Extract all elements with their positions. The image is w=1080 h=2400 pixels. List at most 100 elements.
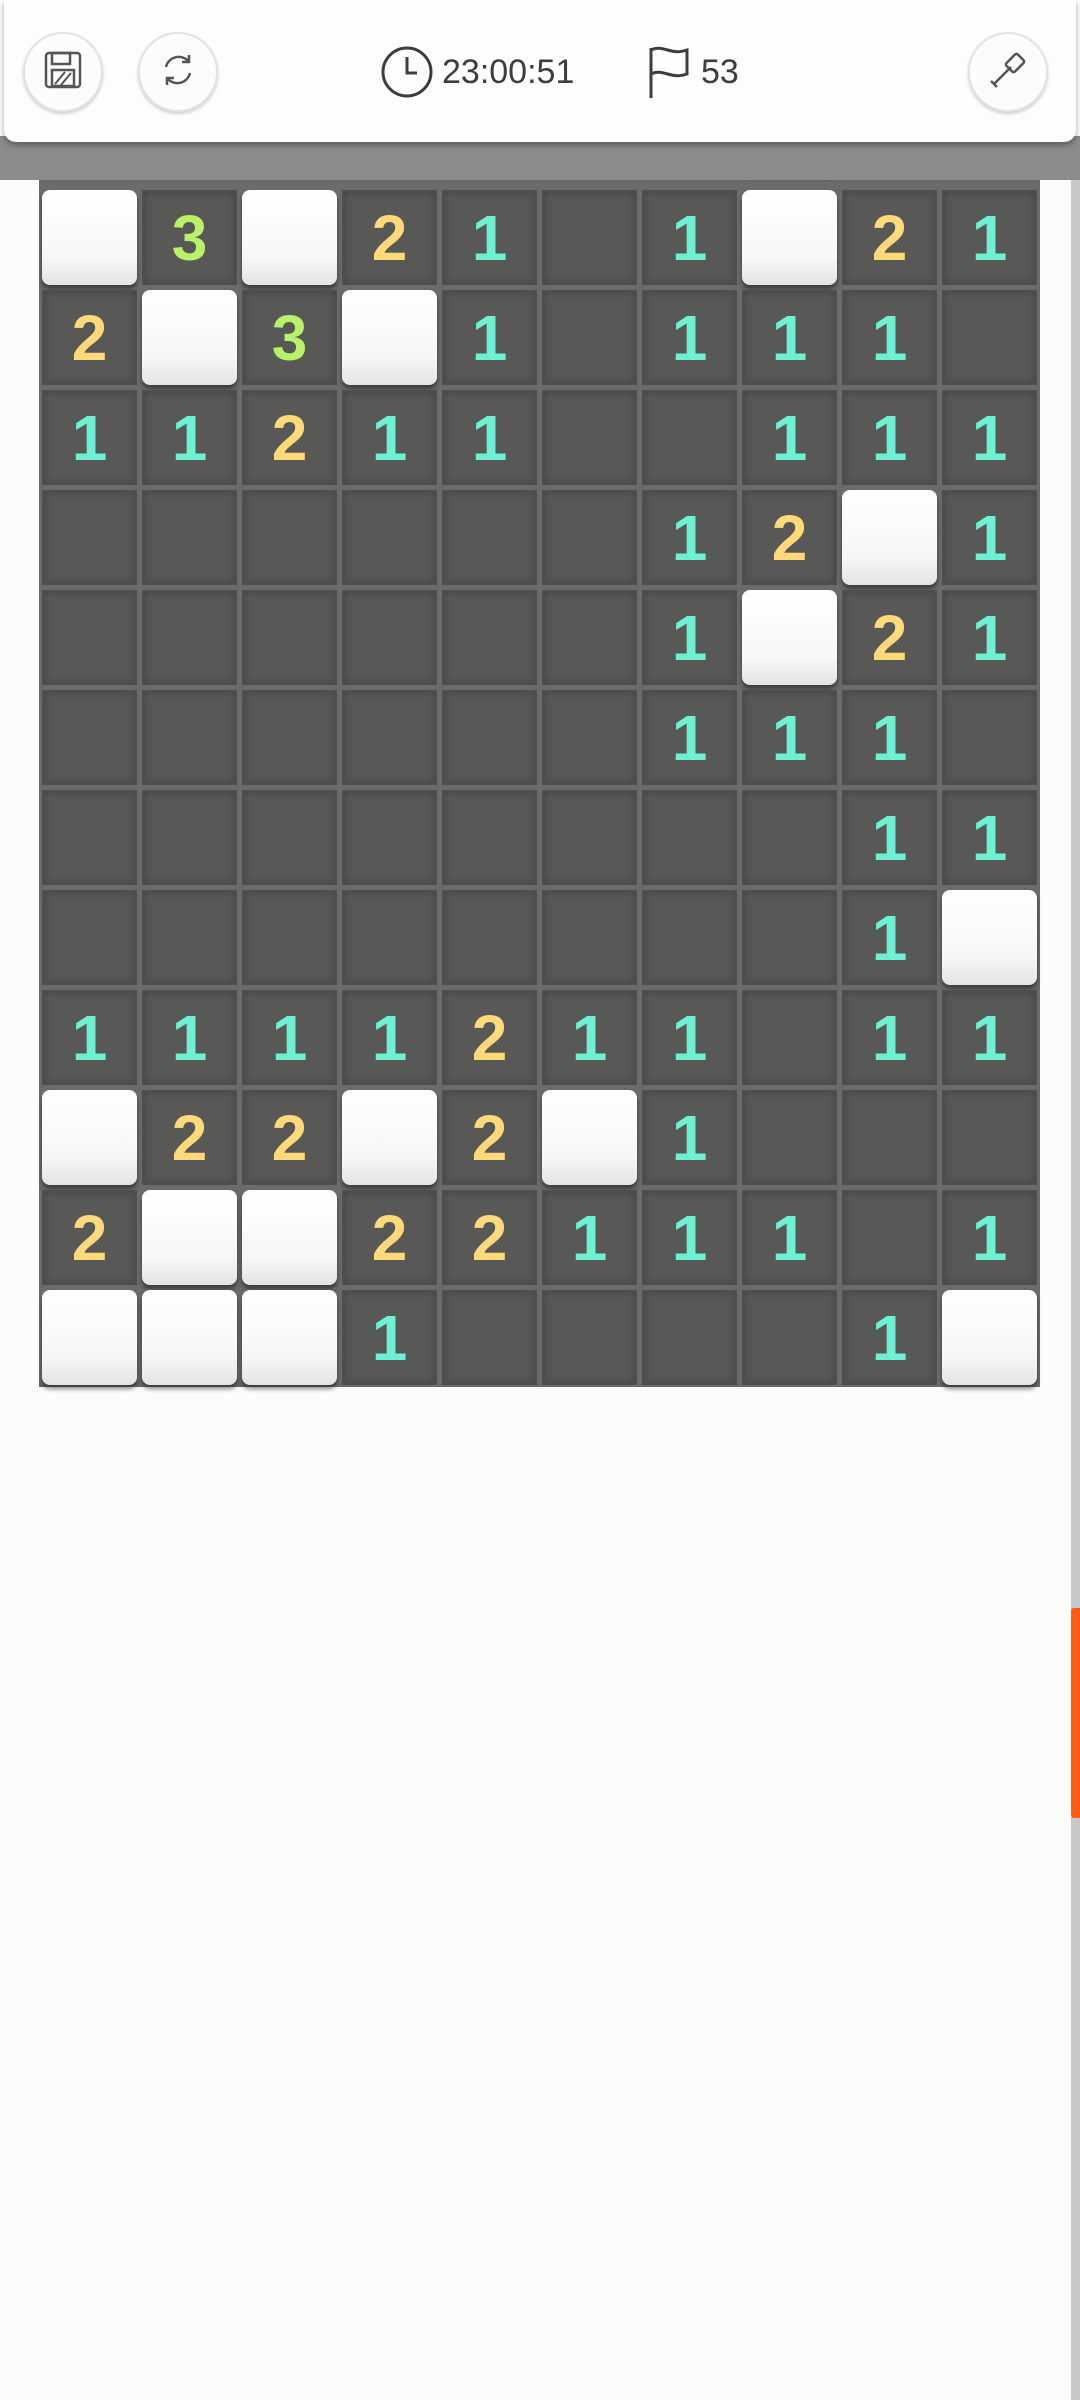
unrevealed-tile[interactable] — [242, 1190, 337, 1285]
number-tile: 2 — [442, 990, 537, 1085]
tile-number: 1 — [371, 401, 408, 474]
number-tile: 1 — [242, 990, 337, 1085]
number-tile: 1 — [942, 590, 1037, 685]
tile-number: 3 — [271, 301, 308, 374]
unrevealed-tile[interactable] — [142, 1290, 237, 1385]
unrevealed-tile[interactable] — [942, 890, 1037, 985]
empty-tile — [42, 690, 137, 785]
number-tile: 1 — [742, 290, 837, 385]
number-tile: 1 — [442, 190, 537, 285]
unrevealed-tile[interactable] — [42, 1290, 137, 1385]
empty-tile — [242, 690, 337, 785]
tile-number: 1 — [671, 701, 708, 774]
tile-number: 1 — [71, 1001, 108, 1074]
empty-tile — [742, 990, 837, 1085]
empty-tile — [642, 890, 737, 985]
tile-number: 1 — [671, 1001, 708, 1074]
empty-tile — [742, 1290, 837, 1385]
tile-number: 1 — [871, 401, 908, 474]
number-tile: 1 — [842, 890, 937, 985]
empty-tile — [442, 1290, 537, 1385]
scrollbar-thumb[interactable] — [1071, 1608, 1080, 1818]
header-shadow-strip — [0, 136, 1080, 180]
empty-tile — [142, 690, 237, 785]
empty-tile — [242, 790, 337, 885]
dig-tool-button[interactable] — [968, 32, 1048, 112]
tile-number: 2 — [371, 1201, 408, 1274]
empty-tile — [442, 690, 537, 785]
number-tile: 2 — [442, 1090, 537, 1185]
empty-tile — [142, 590, 237, 685]
unrevealed-tile[interactable] — [342, 1090, 437, 1185]
empty-tile — [542, 190, 637, 285]
scrollbar-track[interactable] — [1071, 180, 1080, 2400]
restart-button[interactable] — [138, 32, 218, 112]
number-tile: 1 — [842, 390, 937, 485]
tile-number: 2 — [71, 1201, 108, 1274]
tile-number: 1 — [871, 901, 908, 974]
unrevealed-tile[interactable] — [742, 590, 837, 685]
empty-tile — [442, 890, 537, 985]
tile-number: 1 — [771, 1201, 808, 1274]
number-tile: 1 — [642, 290, 737, 385]
number-tile: 2 — [42, 290, 137, 385]
unrevealed-tile[interactable] — [142, 1190, 237, 1285]
unrevealed-tile[interactable] — [342, 290, 437, 385]
number-tile: 2 — [242, 390, 337, 485]
unrevealed-tile[interactable] — [742, 190, 837, 285]
tile-number: 2 — [871, 201, 908, 274]
tile-number: 1 — [371, 1001, 408, 1074]
number-tile: 1 — [742, 690, 837, 785]
empty-tile — [542, 1290, 637, 1385]
save-button[interactable] — [23, 32, 103, 112]
unrevealed-tile[interactable] — [542, 1090, 637, 1185]
empty-tile — [42, 790, 137, 885]
tile-number: 1 — [671, 201, 708, 274]
unrevealed-tile[interactable] — [242, 190, 337, 285]
tile-number: 1 — [771, 701, 808, 774]
number-tile: 1 — [442, 290, 537, 385]
minesweeper-board[interactable]: 2323211213211212311111121111112112111111… — [39, 80, 1040, 1387]
empty-tile — [942, 1090, 1037, 1185]
number-tile: 1 — [542, 1190, 637, 1285]
unrevealed-tile[interactable] — [942, 1290, 1037, 1385]
refresh-icon — [158, 50, 198, 95]
timer-value: 23:00:51 — [442, 52, 575, 91]
empty-tile — [442, 490, 537, 585]
empty-tile — [642, 790, 737, 885]
tile-number: 2 — [471, 1001, 508, 1074]
empty-tile — [542, 890, 637, 985]
tile-number: 1 — [671, 601, 708, 674]
number-tile: 3 — [242, 290, 337, 385]
empty-tile — [742, 1090, 837, 1185]
tile-number: 1 — [271, 1001, 308, 1074]
empty-tile — [542, 690, 637, 785]
empty-tile — [542, 790, 637, 885]
unrevealed-tile[interactable] — [42, 190, 137, 285]
empty-tile — [842, 1090, 937, 1185]
timer-display: 23:00:51 — [380, 42, 574, 102]
shovel-icon — [987, 49, 1029, 96]
unrevealed-tile[interactable] — [42, 1090, 137, 1185]
unrevealed-tile[interactable] — [242, 1290, 337, 1385]
unrevealed-tile[interactable] — [842, 490, 937, 585]
tile-number: 1 — [871, 301, 908, 374]
tile-number: 1 — [471, 201, 508, 274]
empty-tile — [642, 390, 737, 485]
number-tile: 1 — [942, 490, 1037, 585]
number-tile: 1 — [942, 390, 1037, 485]
unrevealed-tile[interactable] — [142, 290, 237, 385]
number-tile: 1 — [642, 190, 737, 285]
tile-number: 2 — [271, 401, 308, 474]
number-tile: 1 — [842, 790, 937, 885]
number-tile: 1 — [642, 1090, 737, 1185]
tile-number: 1 — [871, 701, 908, 774]
minesweeper-screen: 2323211213211212311111121111112112111111… — [0, 0, 1080, 2400]
tile-number: 1 — [171, 401, 208, 474]
number-tile: 1 — [842, 990, 937, 1085]
board-frame: 2323211213211212311111121111112112111111… — [39, 80, 1040, 1387]
empty-tile — [942, 290, 1037, 385]
number-tile: 1 — [542, 990, 637, 1085]
number-tile: 1 — [742, 390, 837, 485]
empty-tile — [142, 890, 237, 985]
